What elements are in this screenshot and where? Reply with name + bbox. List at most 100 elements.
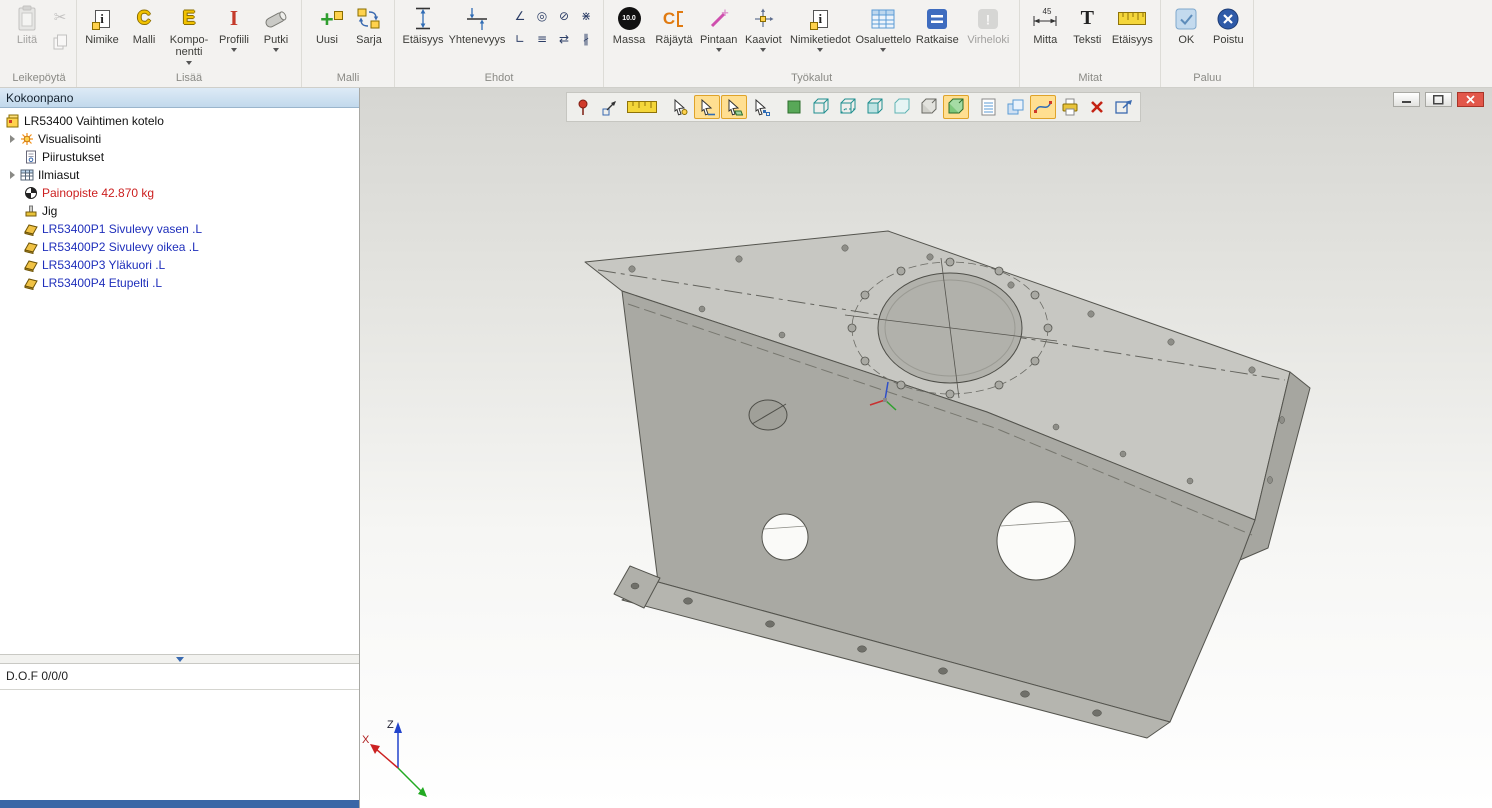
shaded-gray-box-icon[interactable] (916, 95, 942, 119)
putki-button[interactable]: Putki (256, 3, 296, 52)
shaded-green-box-icon[interactable] (943, 95, 969, 119)
swap-constraint-button[interactable]: ⇄ (554, 30, 574, 47)
diagram-icon (751, 5, 775, 32)
angle-constraint-button[interactable]: ∠ (510, 7, 530, 24)
tree-item-assembly-root[interactable]: LR53400 Vaihtimen kotelo (0, 112, 359, 130)
shaded-wire-box-icon[interactable] (862, 95, 888, 119)
select-edge-icon[interactable] (694, 95, 720, 119)
list-icon[interactable] (976, 95, 1002, 119)
uusi-button[interactable]: + Uusi (307, 3, 347, 46)
tree-item-part-1[interactable]: LR53400P1 Sivulevy vasen .L (0, 220, 359, 238)
ratkaise-button[interactable]: Ratkaise (914, 3, 960, 46)
perpendicular-constraint-button[interactable]: ∟ (510, 30, 530, 47)
dropdown-arrow-icon[interactable] (716, 48, 722, 52)
move-icon[interactable] (597, 95, 623, 119)
group-label-return: Paluu (1166, 71, 1248, 87)
osaluettelo-button[interactable]: Osaluettelo (854, 3, 912, 52)
curve-icon[interactable] (1030, 95, 1056, 119)
explode-icon: C (663, 5, 685, 32)
pintaan-button[interactable]: Pintaan (699, 3, 738, 52)
pattern-icon (356, 5, 382, 32)
expander-icon[interactable] (10, 171, 15, 179)
ribbon: Liitä ✂ Leikepöytä i Nimike C (0, 0, 1492, 88)
cut-button[interactable]: ✂ (49, 6, 71, 28)
nimiketiedot-button[interactable]: i Nimiketiedot (788, 3, 852, 52)
ribbon-group-dimensions: 45 Mitta T Teksti Etäisyys Mitat (1020, 0, 1161, 87)
sarja-button[interactable]: Sarja (349, 3, 389, 46)
select-face-icon[interactable] (721, 95, 747, 119)
sheet-part-icon (24, 258, 38, 272)
nimike-button[interactable]: i Nimike (82, 3, 122, 46)
malli-button[interactable]: C Malli (124, 3, 164, 46)
poistu-button[interactable]: Poistu (1208, 3, 1248, 46)
dropdown-arrow-icon[interactable] (817, 48, 823, 52)
select-element-icon[interactable] (748, 95, 774, 119)
tangent-constraint-button[interactable]: ⊘ (554, 7, 574, 24)
rajayta-button[interactable]: C Räjäytä (651, 3, 697, 46)
exit-icon (1217, 5, 1239, 32)
copy-button[interactable] (49, 33, 71, 55)
export-icon[interactable] (1111, 95, 1137, 119)
symmetry-constraint-button[interactable]: ⋇ (576, 7, 596, 24)
delete-icon[interactable] (1084, 95, 1110, 119)
assembly-panel: Kokoonpano LR53400 Vaihtimen kotelo Visu… (0, 88, 360, 808)
mitta-button[interactable]: 45 Mitta (1025, 3, 1065, 46)
panel-bottom-bar (0, 800, 359, 808)
ok-button[interactable]: OK (1166, 3, 1206, 46)
tree-item-part-2[interactable]: LR53400P2 Sivulevy oikea .L (0, 238, 359, 256)
tree-item-painopiste[interactable]: Painopiste 42.870 kg (0, 184, 359, 202)
assembly-icon (6, 114, 20, 128)
minimize-button[interactable] (1393, 92, 1420, 107)
visualization-icon (20, 132, 34, 146)
distance-constraint-button[interactable]: Etäisyys (400, 3, 446, 46)
svg-text:45: 45 (1043, 7, 1052, 16)
coincident-constraint-icon (464, 5, 490, 32)
dropdown-arrow-icon[interactable] (186, 61, 192, 65)
dropdown-arrow-icon[interactable] (231, 48, 237, 52)
expander-icon[interactable] (10, 135, 15, 143)
3d-viewport[interactable]: Z X (360, 88, 1492, 808)
center-of-gravity-icon (24, 186, 38, 200)
tree-item-part-3[interactable]: LR53400P3 Yläkuori .L (0, 256, 359, 274)
komponentti-button[interactable]: E Kompo-nentti (166, 3, 212, 65)
dropdown-arrow-icon[interactable] (880, 48, 886, 52)
profiili-button[interactable]: I Profiili (214, 3, 254, 52)
tree-item-ilmiasut[interactable]: Ilmiasut (0, 166, 359, 184)
hidden-lines-box-icon[interactable] (835, 95, 861, 119)
panel-splitter[interactable] (0, 654, 359, 664)
wireframe-box-icon[interactable] (808, 95, 834, 119)
tree-item-piirustukset[interactable]: Piirustukset (0, 148, 359, 166)
antiparallel-constraint-button[interactable]: ∦ (576, 30, 596, 47)
ghost-box-icon[interactable] (889, 95, 915, 119)
print-icon[interactable] (1057, 95, 1083, 119)
shade-solid-icon[interactable] (781, 95, 807, 119)
measure-icon[interactable] (624, 95, 660, 119)
3d-model-canvas[interactable]: Z X (360, 88, 1492, 808)
tree-item-part-4[interactable]: LR53400P4 Etupelti .L (0, 274, 359, 292)
ribbon-group-clipboard: Liitä ✂ Leikepöytä (2, 0, 77, 87)
dropdown-arrow-icon[interactable] (273, 48, 279, 52)
group-label-constraints: Ehdot (400, 71, 598, 87)
select-point-icon[interactable] (667, 95, 693, 119)
dropdown-arrow-icon[interactable] (760, 48, 766, 52)
tree-item-label: LR53400P1 Sivulevy vasen .L (42, 222, 202, 236)
virheloki-button[interactable]: ! Virheloki (962, 3, 1014, 46)
close-button[interactable] (1457, 92, 1484, 107)
tree-item-visualisointi[interactable]: Visualisointi (0, 130, 359, 148)
restore-button[interactable] (1425, 92, 1452, 107)
copy-level-icon[interactable] (1003, 95, 1029, 119)
tree-item-jig[interactable]: Jig (0, 202, 359, 220)
tree-item-label: LR53400P4 Etupelti .L (42, 276, 162, 290)
parallel-constraint-button[interactable]: ≡ (532, 30, 552, 47)
teksti-button[interactable]: T Teksti (1067, 3, 1107, 46)
group-label-insert: Lisää (82, 71, 296, 87)
coincident-constraint-button[interactable]: Yhtenevyys (448, 3, 506, 46)
kaaviot-button[interactable]: Kaaviot (740, 3, 786, 52)
pin-icon[interactable] (570, 95, 596, 119)
concentric-constraint-button[interactable]: ◎ (532, 7, 552, 24)
etaisyys-mitta-button[interactable]: Etäisyys (1109, 3, 1155, 46)
panel-title: Kokoonpano (0, 88, 359, 108)
paste-button[interactable]: Liitä (7, 3, 47, 46)
massa-button[interactable]: 10.0 Massa (609, 3, 649, 46)
group-label-model: Malli (307, 71, 389, 87)
